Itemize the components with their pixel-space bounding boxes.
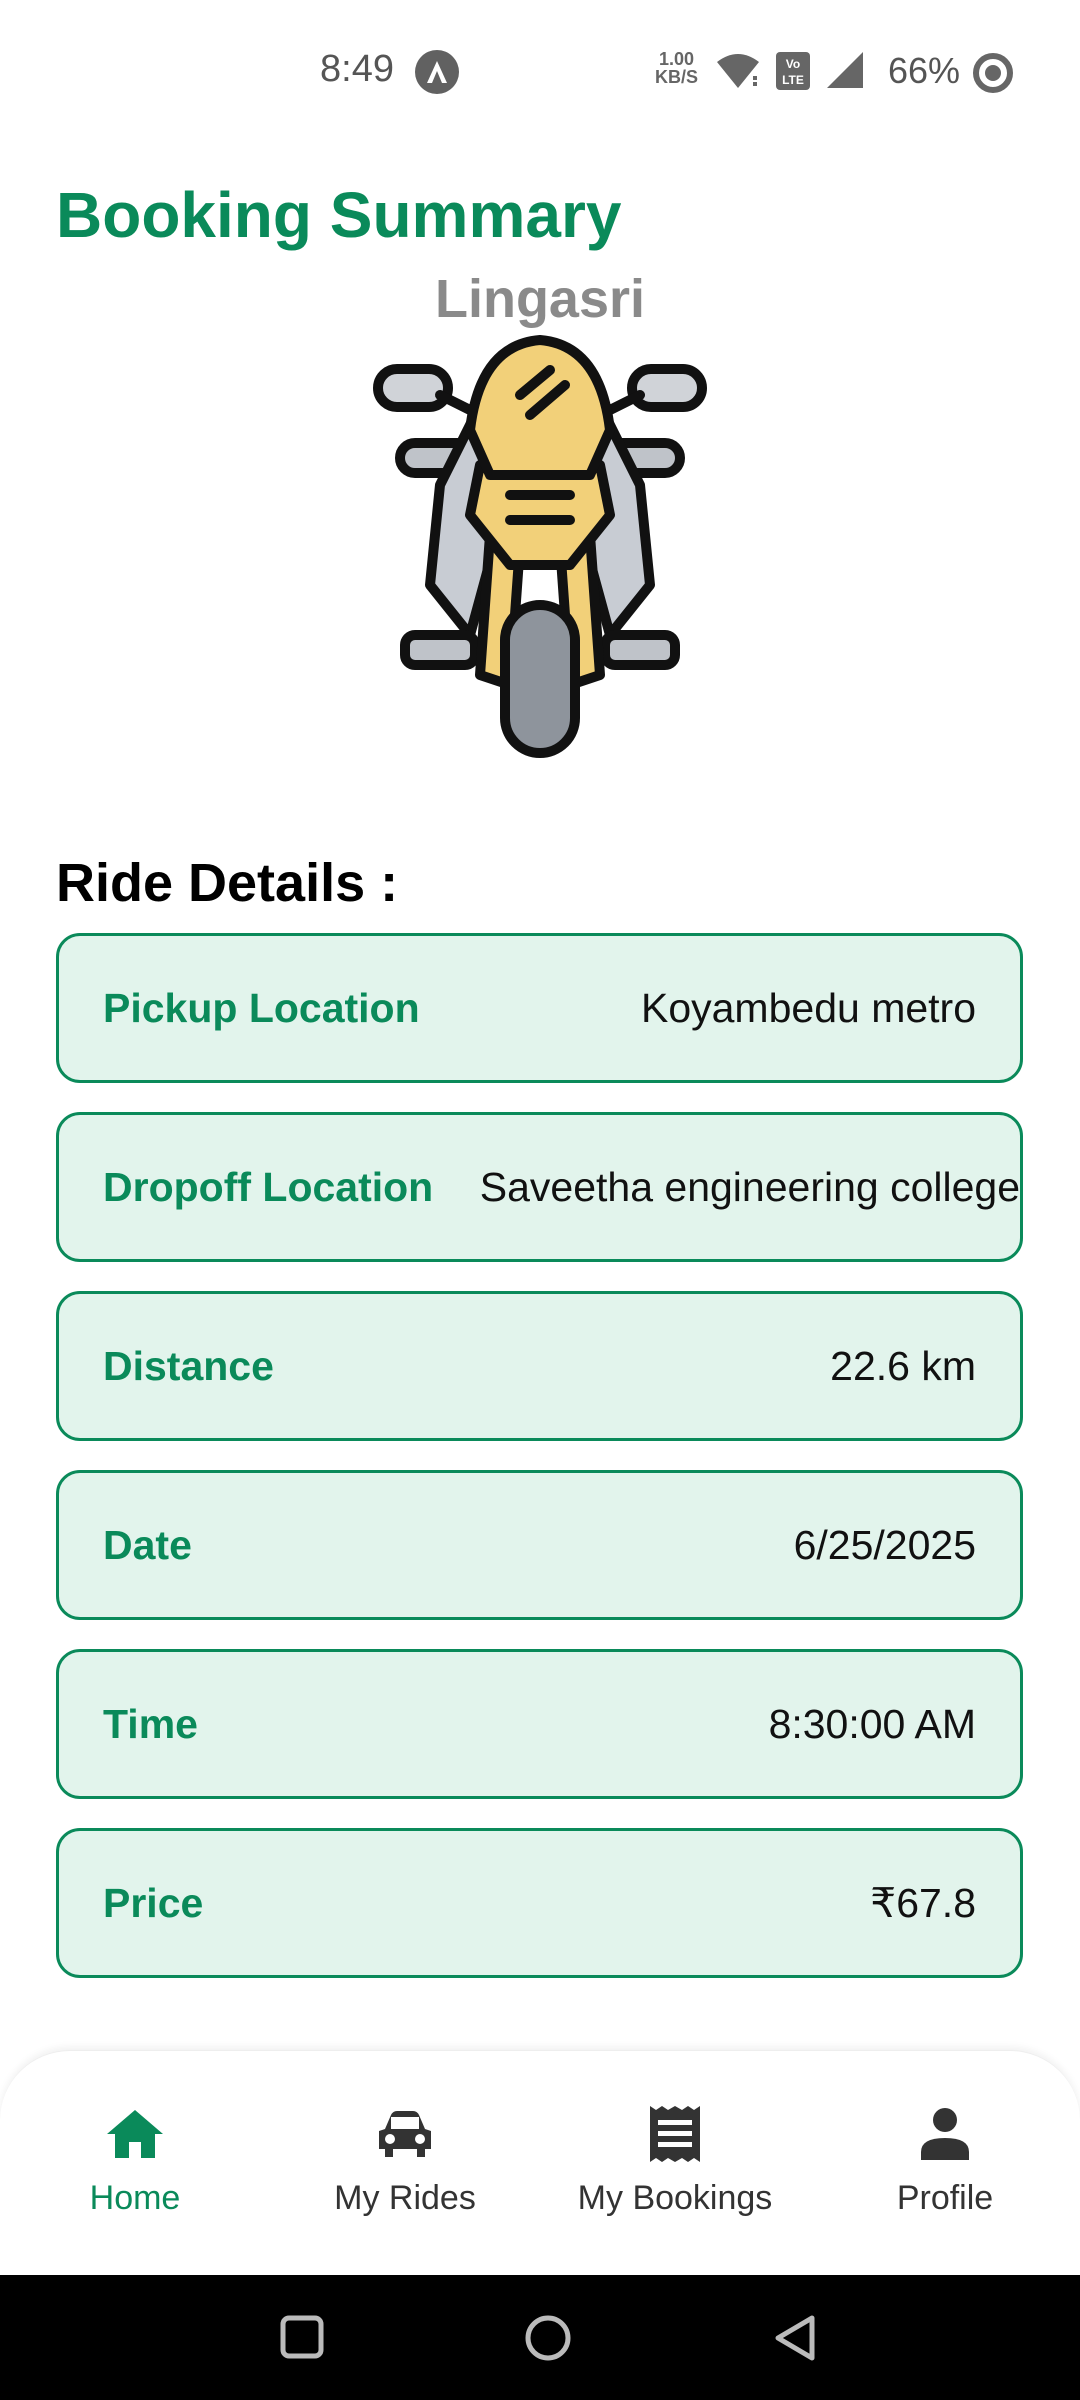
row-value: Koyambedu metro — [640, 984, 976, 1031]
bottom-navigation: Home My Rides My Bookings Profile — [0, 2050, 1080, 2276]
nav-profile[interactable]: Profile — [810, 2101, 1080, 2218]
motorcycle-icon — [370, 335, 710, 765]
time-row: Time 8:30:00 AM — [56, 1649, 1023, 1799]
ride-details-list: Pickup Location Koyambedu metro Dropoff … — [56, 933, 1023, 2007]
back-icon[interactable] — [772, 2313, 818, 2368]
nav-label: My Bookings — [577, 2179, 773, 2217]
page-title: Booking Summary — [56, 179, 622, 251]
volte-icon: Vo LTE — [776, 52, 810, 95]
status-bar: 8:49 1.00 KB/S Vo LTE 66% — [0, 0, 1080, 140]
person-icon — [810, 2101, 1080, 2167]
row-label: Pickup Location — [103, 984, 420, 1031]
recents-icon[interactable] — [278, 2313, 326, 2366]
row-label: Price — [103, 1879, 204, 1926]
nav-label: Home — [89, 2179, 181, 2217]
cell-signal-icon — [825, 50, 865, 95]
network-speed-value: 1.00 — [658, 49, 695, 69]
home-button-icon[interactable] — [523, 2313, 573, 2368]
home-icon — [0, 2101, 270, 2167]
row-value: 22.6 km — [830, 1342, 976, 1389]
row-label: Dropoff Location — [103, 1163, 434, 1210]
row-label: Date — [103, 1521, 192, 1568]
svg-text:LTE: LTE — [782, 73, 804, 87]
row-value: Saveetha engineering college — [479, 1163, 1020, 1210]
rider-name: Lingasri — [434, 269, 646, 329]
battery-saver-icon — [972, 52, 1014, 99]
nav-label: Profile — [896, 2179, 994, 2217]
network-speed-unit: KB/S — [655, 67, 699, 87]
app-notification-icon — [415, 50, 459, 94]
battery-percent: 66% — [888, 50, 961, 91]
nav-my-bookings[interactable]: My Bookings — [540, 2101, 810, 2218]
receipt-icon — [540, 2101, 810, 2167]
car-icon — [270, 2101, 540, 2167]
network-speed: 1.00 KB/S — [655, 50, 698, 86]
distance-row: Distance 22.6 km — [56, 1291, 1023, 1441]
pickup-location-row: Pickup Location Koyambedu metro — [56, 933, 1023, 1083]
date-row: Date 6/25/2025 — [56, 1470, 1023, 1620]
nav-label: My Rides — [334, 2179, 476, 2217]
price-row: Price ₹67.8 — [56, 1828, 1023, 1978]
nav-home[interactable]: Home — [0, 2101, 270, 2218]
row-value: 6/25/2025 — [793, 1521, 976, 1568]
row-label: Distance — [103, 1342, 274, 1389]
status-time: 8:49 — [320, 48, 394, 90]
system-navigation-bar — [0, 2275, 1080, 2400]
nav-my-rides[interactable]: My Rides — [270, 2101, 540, 2218]
row-value: ₹67.8 — [870, 1880, 976, 1926]
row-value: 8:30:00 AM — [768, 1700, 976, 1747]
dropoff-location-row: Dropoff Location Saveetha engineering co… — [56, 1112, 1023, 1262]
svg-text:Vo: Vo — [786, 57, 800, 71]
row-label: Time — [103, 1700, 198, 1747]
wifi-icon — [715, 52, 761, 97]
ride-details-heading: Ride Details : — [56, 853, 399, 913]
